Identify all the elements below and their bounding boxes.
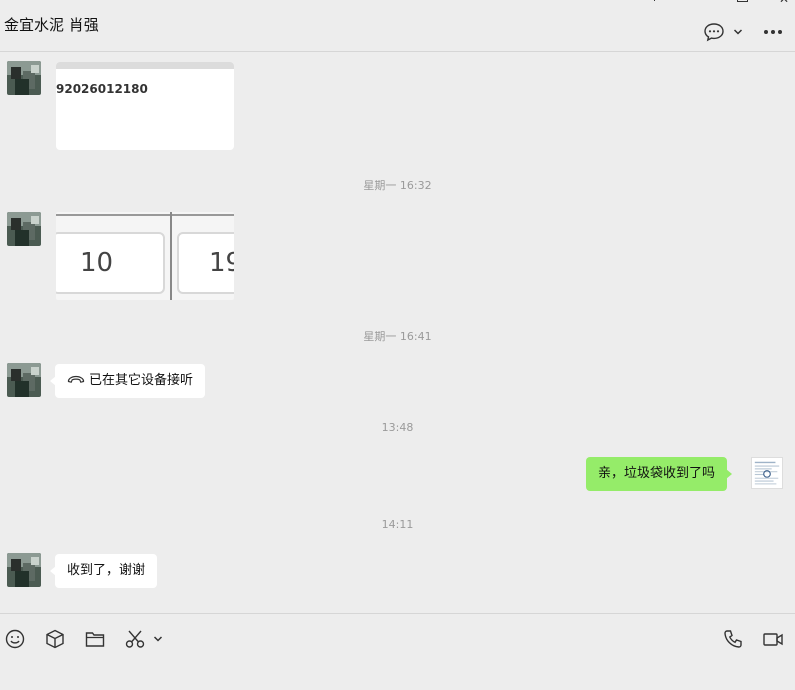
avatar[interactable] (7, 61, 41, 95)
chat-header: ✕ 金宜水泥 肖强 (0, 0, 795, 52)
video-icon[interactable] (762, 628, 784, 650)
avatar[interactable] (7, 212, 41, 246)
card-header-bar (56, 62, 234, 69)
chevron-down-icon[interactable] (733, 27, 743, 37)
folder-icon[interactable] (84, 628, 106, 650)
chat-bubble-icon[interactable] (703, 22, 725, 42)
link-card-message[interactable]: 92026012180 (56, 62, 234, 150)
image-message[interactable]: 10 19 (56, 212, 234, 300)
reply-message[interactable]: 收到了，谢谢 (49, 554, 158, 588)
chat-title: 金宜水泥 肖强 (4, 16, 99, 34)
more-icon[interactable] (763, 29, 783, 35)
avatar[interactable] (7, 553, 41, 587)
scissors-icon[interactable] (124, 628, 146, 650)
window-controls: ✕ (635, 0, 795, 6)
my-message-text: 亲，垃圾袋收到了吗 (598, 466, 716, 481)
avatar[interactable] (7, 363, 41, 397)
phone-icon[interactable] (722, 628, 744, 650)
timestamp: 星期一 16:32 (363, 179, 432, 192)
phone-hangup-icon (67, 375, 85, 383)
sticker-box-icon[interactable] (44, 628, 66, 650)
call-message[interactable]: 已在其它设备接听 (49, 364, 206, 398)
chevron-down-icon[interactable] (152, 634, 164, 644)
call-text: 已在其它设备接听 (89, 373, 194, 388)
maximize-icon[interactable] (737, 0, 748, 6)
header-actions (703, 22, 783, 42)
my-avatar[interactable] (751, 457, 783, 489)
timestamp: 13:48 (381, 421, 414, 434)
reply-text: 收到了，谢谢 (67, 563, 146, 578)
timestamp: 14:11 (381, 518, 414, 531)
image-cell: 10 (56, 232, 165, 294)
close-icon[interactable]: ✕ (779, 0, 791, 6)
my-message[interactable]: 亲，垃圾袋收到了吗 (586, 457, 733, 491)
emoji-icon[interactable] (4, 628, 26, 650)
input-toolbar (0, 613, 795, 690)
timestamp: 星期一 16:41 (363, 330, 432, 343)
image-cell: 19 (177, 232, 234, 294)
card-number: 92026012180 (56, 82, 148, 96)
pin-icon[interactable] (650, 0, 660, 6)
